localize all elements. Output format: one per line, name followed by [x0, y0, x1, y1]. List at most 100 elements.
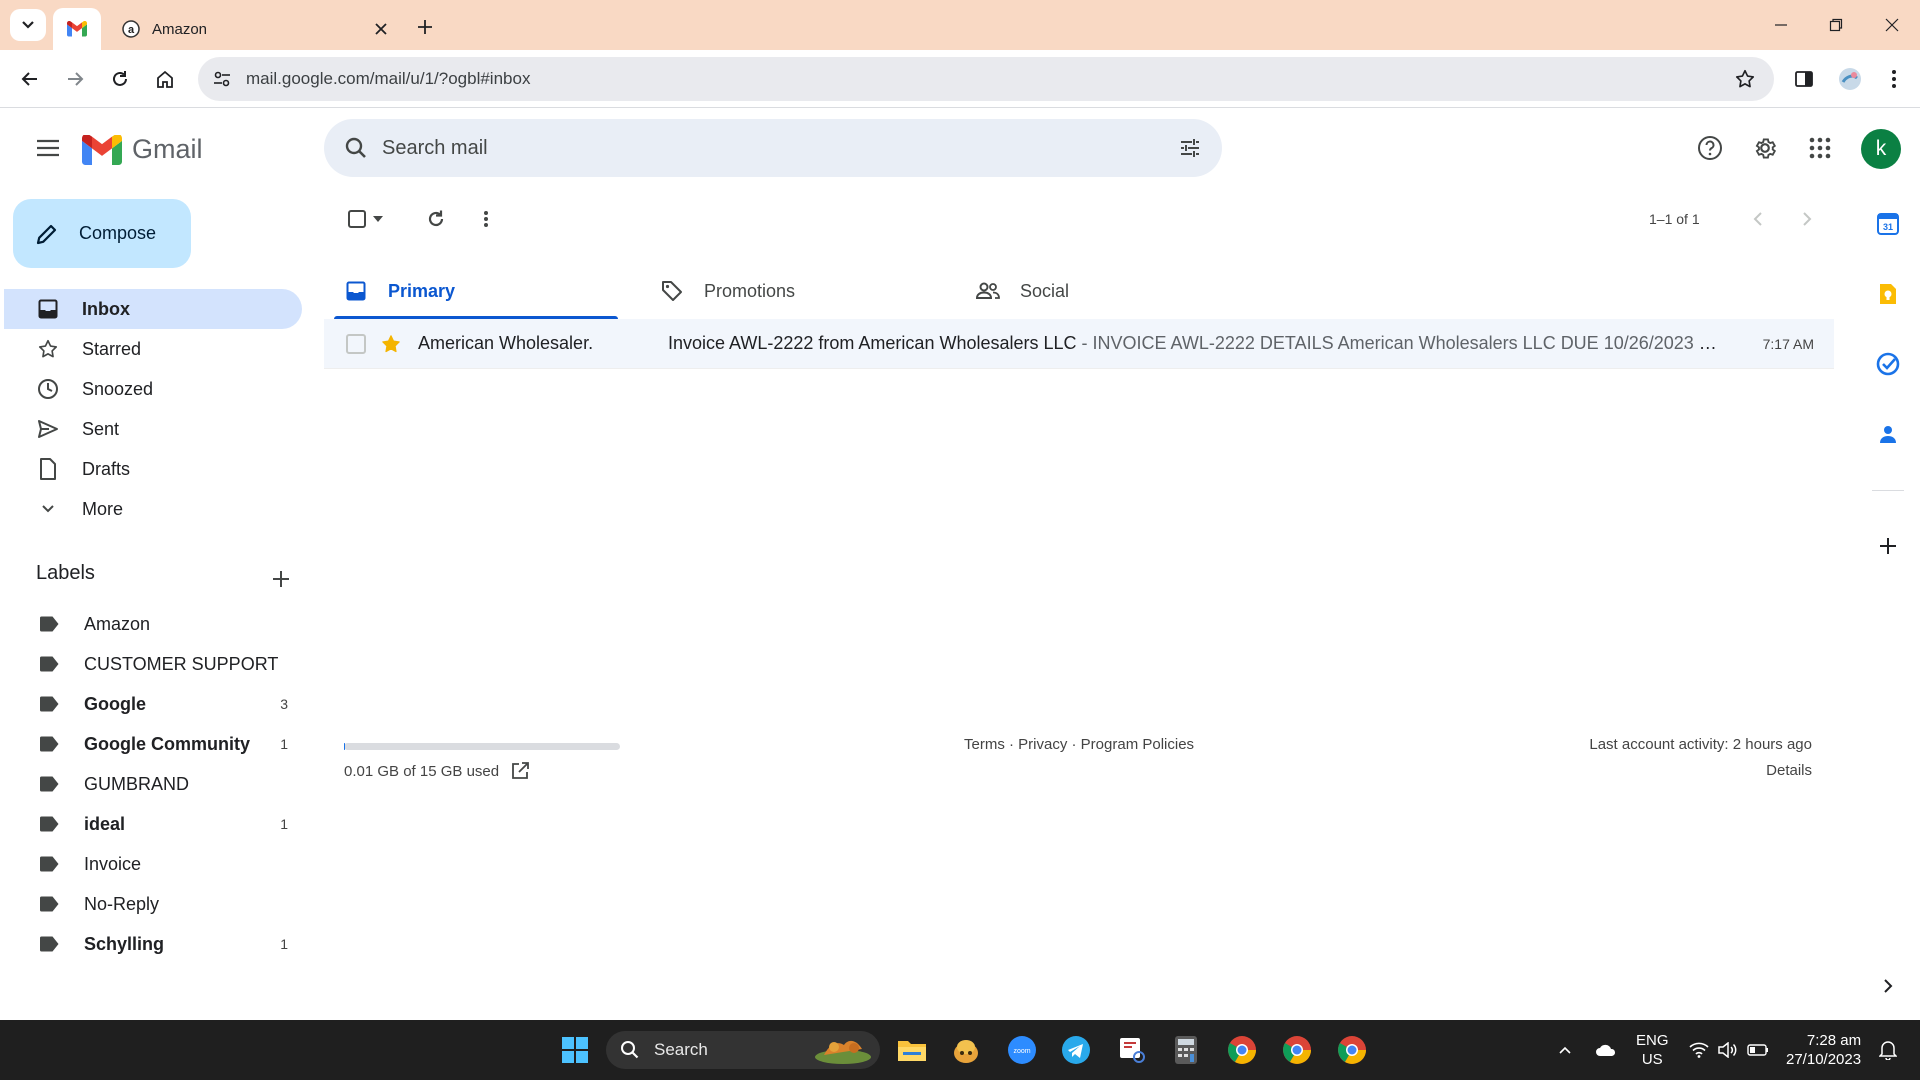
nav-item-drafts[interactable]: Drafts	[4, 449, 302, 489]
chrome-icon-3[interactable]	[1332, 1030, 1372, 1070]
tasks-app-icon[interactable]	[1872, 348, 1904, 380]
telegram-icon[interactable]	[1056, 1030, 1096, 1070]
search-input[interactable]	[382, 136, 1178, 160]
label-item-amazon[interactable]: Amazon	[4, 604, 302, 644]
search-bar	[324, 119, 1222, 177]
language-indicator[interactable]: ENG US	[1636, 1031, 1669, 1069]
chrome-icon-1[interactable]	[1222, 1030, 1262, 1070]
list-toolbar: 1–1 of 1	[324, 188, 1852, 250]
label-count: 1	[280, 736, 288, 752]
storage-text: 0.01 GB of 15 GB used	[344, 762, 500, 780]
clock[interactable]: 7:28 am 27/10/2023	[1786, 1031, 1861, 1069]
tab-search-button[interactable]	[10, 9, 46, 41]
refresh-button[interactable]	[420, 203, 452, 235]
select-all-checkbox[interactable]	[346, 203, 368, 235]
label-item-invoice[interactable]: Invoice	[4, 844, 302, 884]
tab-primary[interactable]: Primary	[324, 263, 618, 319]
draft-icon	[36, 457, 60, 481]
bookmark-star-icon[interactable]	[1734, 68, 1756, 90]
email-time: 7:17 AM	[1762, 335, 1814, 352]
email-sender: American Wholesaler.	[418, 333, 594, 353]
browser-tab-strip: a Amazon	[0, 0, 1920, 50]
home-button[interactable]	[149, 63, 181, 95]
label-item-no-reply[interactable]: No-Reply	[4, 884, 302, 924]
email-checkbox[interactable]	[346, 333, 366, 354]
tab-gmail[interactable]	[53, 8, 101, 50]
tab-social[interactable]: Social	[956, 263, 1250, 319]
file-explorer-icon[interactable]	[892, 1030, 932, 1070]
account-avatar[interactable]: k	[1861, 129, 1901, 169]
label-item-ideal[interactable]: ideal 1	[4, 804, 302, 844]
newer-page-button[interactable]	[1742, 203, 1774, 235]
nav-item-more[interactable]: More	[4, 489, 302, 529]
back-button[interactable]	[14, 63, 46, 95]
zoom-icon[interactable]: zoom	[1002, 1030, 1042, 1070]
main-menu-button[interactable]	[28, 128, 68, 168]
chrome-icon-2[interactable]	[1277, 1030, 1317, 1070]
create-label-button[interactable]	[266, 564, 296, 594]
nav-item-inbox[interactable]: Inbox	[4, 289, 302, 329]
gmail-logo[interactable]: Gmail	[82, 134, 203, 165]
label-item-google[interactable]: Google 3	[4, 684, 302, 724]
clock-time: 7:28 am	[1806, 1032, 1862, 1049]
search-options-icon[interactable]	[1178, 136, 1202, 160]
volume-icon[interactable]	[1716, 1038, 1740, 1062]
wifi-icon[interactable]	[1687, 1038, 1711, 1062]
minimize-button[interactable]	[1753, 0, 1809, 50]
close-tab-icon[interactable]	[374, 22, 388, 36]
nav-item-starred[interactable]: Starred	[4, 329, 302, 369]
star-icon[interactable]	[380, 333, 402, 355]
plus-icon	[1880, 538, 1896, 554]
hide-side-panel-button[interactable]	[1872, 970, 1904, 1002]
browser-menu-button[interactable]	[1878, 63, 1910, 95]
reload-button[interactable]	[104, 63, 136, 95]
onedrive-cloud-icon[interactable]	[1594, 1038, 1618, 1062]
site-settings-icon[interactable]	[210, 67, 234, 91]
details-link[interactable]: Details	[1766, 762, 1812, 779]
restore-button[interactable]	[1808, 0, 1864, 50]
forward-button[interactable]	[59, 63, 91, 95]
get-addons-button[interactable]	[1872, 530, 1904, 562]
notification-bell-icon[interactable]	[1876, 1038, 1900, 1062]
help-button[interactable]	[1690, 128, 1730, 168]
battery-icon[interactable]	[1746, 1038, 1770, 1062]
label-item-gumbrand[interactable]: GUMBRAND	[4, 764, 302, 804]
tab-label: Promotions	[704, 280, 796, 301]
keep-app-icon[interactable]	[1872, 278, 1904, 310]
email-row[interactable]: American Wholesaler. Invoice AWL-2222 fr…	[324, 319, 1834, 369]
more-options-button[interactable]	[470, 203, 502, 235]
search-icon[interactable]	[340, 132, 372, 164]
pencil-icon	[36, 224, 57, 244]
amazon-favicon-icon: a	[122, 20, 140, 38]
open-in-new-icon[interactable]	[511, 762, 530, 780]
start-button[interactable]	[555, 1030, 595, 1070]
close-window-button[interactable]	[1864, 0, 1920, 50]
google-apps-button[interactable]	[1800, 128, 1840, 168]
tab-promotions[interactable]: Promotions	[640, 263, 934, 319]
footer-links[interactable]: Terms · Privacy · Program Policies	[964, 736, 1194, 753]
reload-icon	[428, 210, 444, 227]
label-item-customer-support[interactable]: CUSTOMER SUPPORT	[4, 644, 302, 684]
show-hidden-icons-chevron-icon[interactable]	[1553, 1038, 1577, 1062]
calendar-app-icon[interactable]: 31	[1872, 208, 1904, 240]
label-count: 3	[280, 696, 288, 712]
profile-button[interactable]	[1834, 63, 1866, 95]
taskbar-search[interactable]: Search	[606, 1031, 880, 1069]
nav-item-sent[interactable]: Sent	[4, 409, 302, 449]
url-text[interactable]: mail.google.com/mail/u/1/?ogbl#inbox	[246, 69, 1734, 89]
calculator-icon[interactable]	[1166, 1030, 1206, 1070]
address-bar[interactable]: mail.google.com/mail/u/1/?ogbl#inbox	[198, 57, 1774, 101]
settings-button[interactable]	[1745, 128, 1785, 168]
older-page-button[interactable]	[1791, 203, 1823, 235]
snipping-tool-icon[interactable]	[1112, 1030, 1152, 1070]
side-panel-button[interactable]	[1788, 63, 1820, 95]
tab-amazon[interactable]: a Amazon	[110, 8, 400, 50]
select-menu-caret-icon[interactable]	[370, 203, 386, 235]
contacts-app-icon[interactable]	[1872, 418, 1904, 450]
label-item-schylling[interactable]: Schylling 1	[4, 924, 302, 964]
label-item-google-community[interactable]: Google Community 1	[4, 724, 302, 764]
new-tab-button[interactable]	[410, 12, 440, 42]
compose-button[interactable]: Compose	[13, 199, 191, 268]
app-icon-hat[interactable]	[946, 1030, 986, 1070]
nav-item-snoozed[interactable]: Snoozed	[4, 369, 302, 409]
